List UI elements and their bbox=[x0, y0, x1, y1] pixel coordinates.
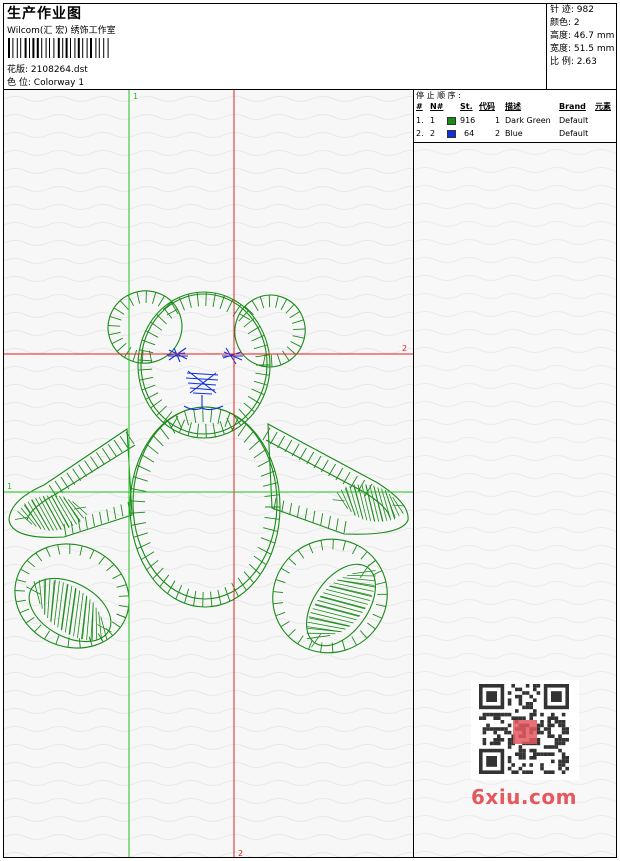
row-2-needle: 2 bbox=[430, 129, 436, 138]
stats-panel: 针 迹: 982 颜色: 2 高度: 46.7 mm 宽度: 51.5 mm 比… bbox=[547, 4, 616, 90]
barcode bbox=[8, 38, 109, 58]
col-element: 元素 bbox=[595, 102, 611, 111]
design-file-line: 花版: 2108264.dst bbox=[7, 62, 88, 75]
table-row: 1. bbox=[416, 116, 424, 125]
guide-label-horizontal-red: 2 bbox=[402, 344, 407, 353]
stat-width: 宽度: 51.5 mm bbox=[550, 44, 615, 54]
col-brand: Brand bbox=[559, 102, 586, 111]
row-2-code: 2 bbox=[495, 129, 501, 138]
col-code: 代码 bbox=[479, 102, 495, 111]
qr-code-icon bbox=[471, 680, 579, 780]
design-canvas[interactable]: 1 2 2 1 bbox=[4, 90, 414, 857]
stop-sequence-table: 停 止 顺 序 : # N# St. 代码 描述 Brand 元素 1. 1 9… bbox=[414, 90, 616, 143]
guide-label-horizontal-green: 1 bbox=[7, 482, 12, 491]
row-2-brand: Default bbox=[559, 129, 589, 138]
design-preview: 1 2 2 1 bbox=[4, 90, 413, 857]
studio-name: Wilcom(汇 宏) 绣饰工作室 bbox=[7, 26, 116, 36]
watermark: 6xiu.com bbox=[465, 678, 585, 818]
colorway-name: Colorway 1 bbox=[33, 78, 85, 88]
stop-sequence-title: 停 止 顺 序 : bbox=[416, 91, 461, 100]
row-1-code: 1 bbox=[495, 116, 501, 125]
colorway-label: 色 位: bbox=[7, 78, 31, 88]
table-row: 2. bbox=[416, 129, 424, 138]
stat-colors: 颜色: 2 bbox=[550, 18, 580, 28]
header-panel: 生产作业图 Wilcom(汇 宏) 绣饰工作室 花版: 2108264.dst … bbox=[4, 4, 547, 90]
colorway-line: 色 位: Colorway 1 bbox=[7, 75, 84, 88]
row-2-description: Blue bbox=[505, 129, 523, 138]
row-1-description: Dark Green bbox=[505, 116, 551, 125]
color-swatch-blue bbox=[447, 130, 456, 138]
page-title: 生产作业图 bbox=[7, 6, 82, 22]
row-1-stitches: 916 bbox=[460, 116, 476, 125]
stat-scale: 比 例: 2.63 bbox=[550, 57, 597, 67]
design-file-label: 花版: bbox=[7, 65, 29, 75]
color-swatch-dark-green bbox=[447, 117, 456, 125]
guide-label-vertical-red: 2 bbox=[238, 849, 243, 857]
col-stitches: St. bbox=[460, 102, 473, 111]
watermark-text: 6xiu.com bbox=[471, 785, 577, 809]
guide-label-vertical-green: 1 bbox=[133, 92, 138, 101]
row-1-brand: Default bbox=[559, 116, 589, 125]
row-2-stitches: 64 bbox=[464, 129, 475, 138]
row-1-needle: 1 bbox=[430, 116, 436, 125]
col-index: # bbox=[416, 102, 423, 111]
stat-stitches: 针 迹: 982 bbox=[550, 5, 594, 15]
col-description: 描述 bbox=[505, 102, 521, 111]
col-needle: N# bbox=[430, 102, 444, 111]
stat-height: 高度: 46.7 mm bbox=[550, 31, 615, 41]
stamp-icon bbox=[513, 720, 537, 744]
design-file-name: 2108264.dst bbox=[30, 65, 88, 75]
